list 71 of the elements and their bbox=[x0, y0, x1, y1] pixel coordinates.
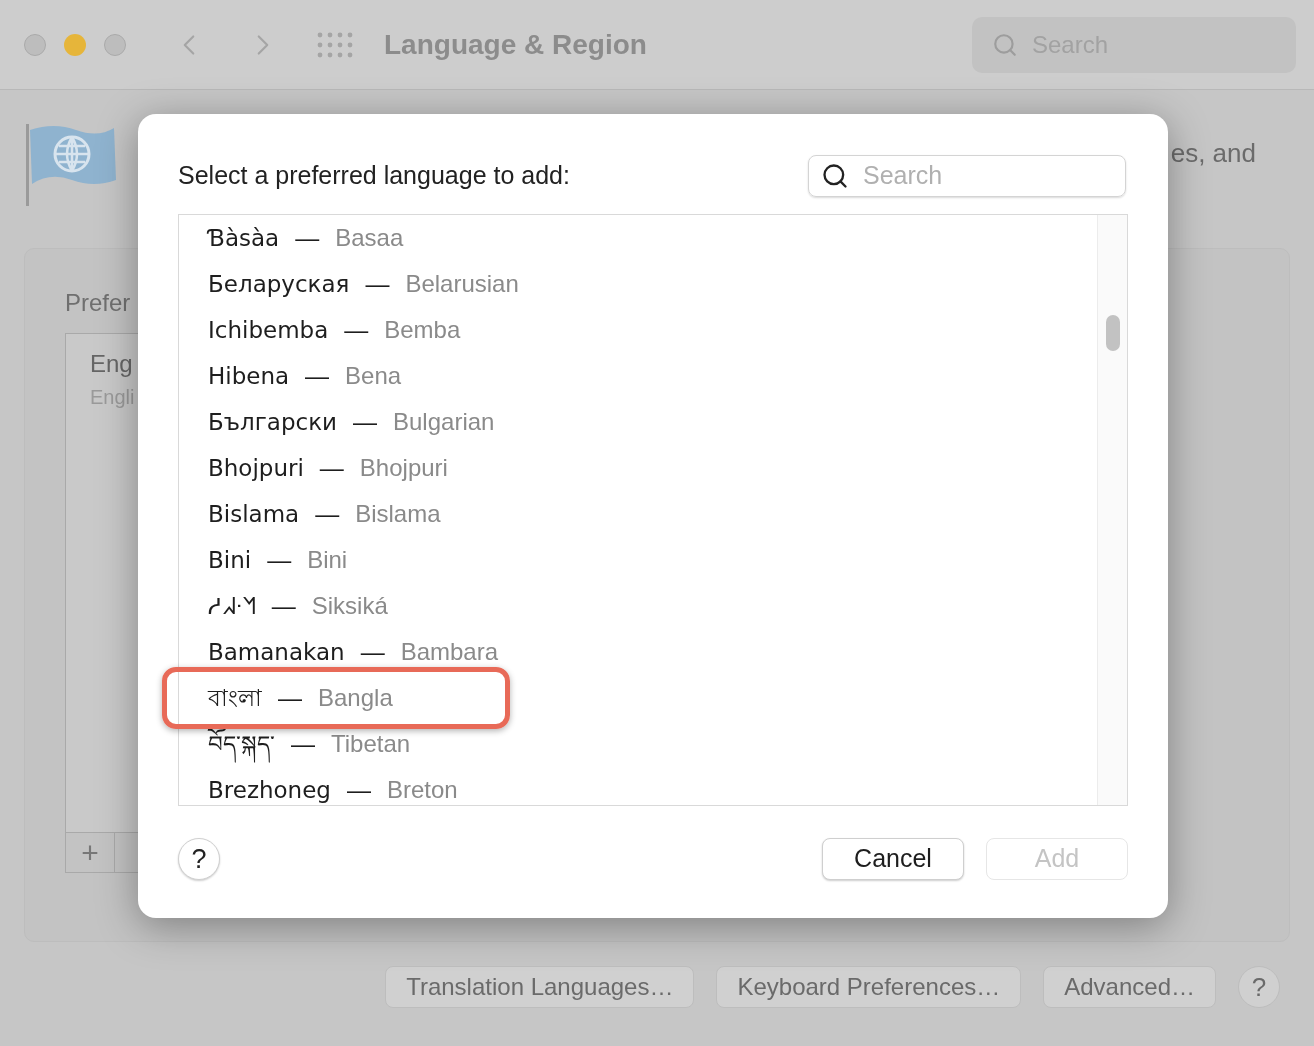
english-name: Bini bbox=[307, 545, 348, 575]
dash-separator: — bbox=[278, 683, 302, 713]
dash-separator: — bbox=[353, 407, 377, 437]
search-icon bbox=[992, 31, 1018, 58]
language-row[interactable]: বাংলা — Bangla bbox=[179, 675, 1097, 721]
dialog-button[interactable]: Cancel bbox=[822, 838, 964, 880]
native-name: བོད་སྐད་ bbox=[208, 726, 275, 762]
language-row[interactable]: ᓱᖽᐧᖿ — Siksiká bbox=[179, 583, 1097, 629]
grid-icon[interactable] bbox=[316, 31, 354, 58]
native-name: Hibena bbox=[208, 361, 290, 391]
dash-separator: — bbox=[267, 545, 292, 575]
english-name: Bhojpuri bbox=[359, 453, 448, 483]
english-name: Breton bbox=[386, 775, 458, 805]
english-name: Siksiká bbox=[311, 591, 388, 621]
help-button[interactable]: ? bbox=[178, 838, 220, 880]
english-name: Bislama bbox=[355, 499, 441, 529]
dialog-prompt: Select a preferred language to add: bbox=[178, 160, 570, 192]
native-name: Ɓàsàa bbox=[208, 223, 280, 253]
flag-globe-icon bbox=[24, 122, 118, 208]
language-row[interactable]: Български — Bulgarian bbox=[179, 399, 1097, 445]
native-name: ᓱᖽᐧᖿ bbox=[208, 591, 256, 621]
search-icon bbox=[821, 162, 849, 190]
language-row[interactable]: Беларуская — Belarusian bbox=[179, 261, 1097, 307]
english-name: Tibetan bbox=[331, 729, 411, 759]
language-row[interactable]: Brezhoneg — Breton bbox=[179, 767, 1097, 805]
language-row[interactable]: Bamanakan — Bambara bbox=[179, 629, 1097, 675]
native-name: Brezhoneg bbox=[208, 775, 331, 805]
native-name: Български bbox=[208, 407, 337, 437]
english-name: Bena bbox=[345, 361, 402, 391]
dash-separator: — bbox=[295, 223, 320, 253]
language-row[interactable]: Ichibemba — Bemba bbox=[179, 307, 1097, 353]
native-name: Ichibemba bbox=[208, 315, 329, 345]
description-text: es, and bbox=[1170, 137, 1256, 170]
language-row[interactable]: Ɓàsàa — Basaa bbox=[179, 215, 1097, 261]
language-row[interactable]: Hibena — Bena bbox=[179, 353, 1097, 399]
dash-separator: — bbox=[360, 637, 385, 667]
english-name: Basaa bbox=[335, 223, 404, 253]
help-button[interactable]: ? bbox=[1238, 966, 1280, 1008]
footer-button[interactable]: Keyboard Preferences… bbox=[716, 966, 1022, 1008]
footer-button[interactable]: Advanced… bbox=[1043, 966, 1216, 1008]
native-name: বাংলা bbox=[208, 683, 262, 713]
dash-separator: — bbox=[271, 591, 296, 621]
dash-separator: — bbox=[344, 315, 369, 345]
close-light-icon[interactable] bbox=[24, 33, 46, 56]
english-name: Bambara bbox=[400, 637, 499, 667]
scroll-thumb[interactable] bbox=[1105, 315, 1120, 351]
language-row[interactable]: བོད་སྐད་ — Tibetan bbox=[179, 721, 1097, 767]
dash-separator: — bbox=[305, 361, 330, 391]
footer-button[interactable]: Translation Languages… bbox=[385, 966, 695, 1008]
native-name: Bhojpuri bbox=[208, 453, 304, 483]
english-name: Bulgarian bbox=[393, 407, 495, 437]
dash-separator: — bbox=[319, 453, 344, 483]
dash-separator: — bbox=[365, 269, 390, 299]
window-title: Language & Region bbox=[384, 27, 647, 62]
section-label: Prefer bbox=[65, 288, 131, 318]
native-name: Bamanakan bbox=[208, 637, 345, 667]
native-name: Bini bbox=[208, 545, 252, 575]
language-row[interactable]: Bislama — Bislama bbox=[179, 491, 1097, 537]
english-name: Bemba bbox=[384, 315, 461, 345]
native-name: Bislama bbox=[208, 499, 300, 529]
dash-separator: — bbox=[291, 729, 315, 759]
language-name: Eng bbox=[90, 349, 134, 379]
native-name: Беларуская bbox=[208, 269, 350, 299]
english-name: Belarusian bbox=[405, 269, 519, 299]
language-row[interactable]: Bhojpuri — Bhojpuri bbox=[179, 445, 1097, 491]
dash-separator: — bbox=[346, 775, 371, 805]
english-name: Bangla bbox=[318, 683, 393, 713]
minimize-light-icon[interactable] bbox=[64, 33, 86, 56]
language-row[interactable]: Bini — Bini bbox=[179, 537, 1097, 583]
dash-separator: — bbox=[315, 499, 340, 529]
zoom-light-icon[interactable] bbox=[104, 33, 126, 56]
